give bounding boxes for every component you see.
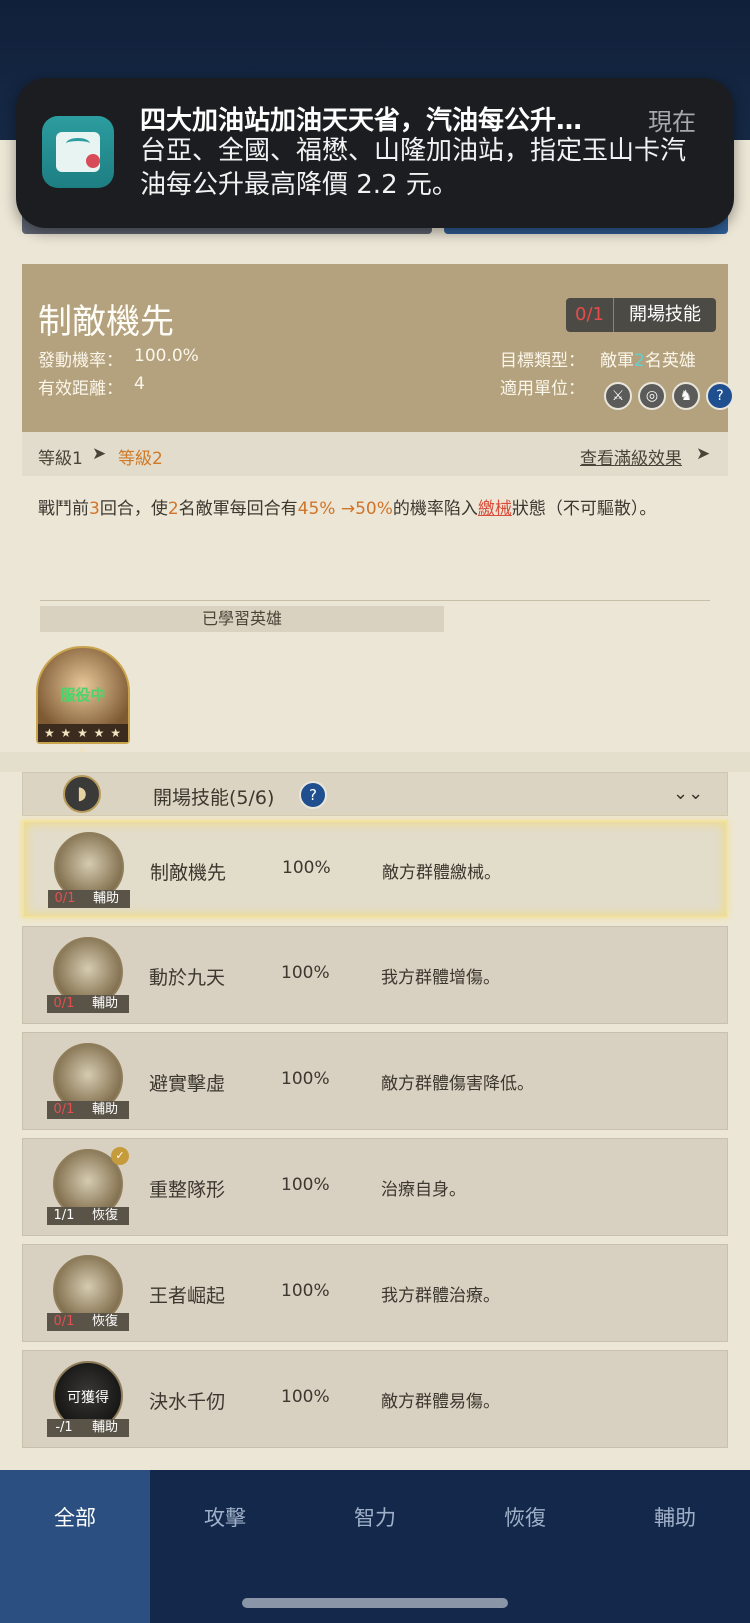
target-icon[interactable]: ◎ [638,382,666,410]
skill-row[interactable]: 0/1 輔助 制敵機先 100% 敵方群體繳械。 [22,820,728,918]
skill-percent: 100% [281,1069,330,1089]
hero-stars: ★ ★ ★ ★ ★ ★ [38,724,128,758]
hero-avatar[interactable]: 服役中 ★ ★ ★ ★ ★ ★ [36,646,130,758]
push-notification[interactable]: 四大加油站加油天天省，汽油每公升… 現在 台亞、全國、福懋、山隆加油站，指定玉山… [16,78,734,228]
skill-name: 重整隊形 [149,1179,226,1201]
chevron-down-icon[interactable]: ⌄⌄ [673,783,703,804]
home-indicator[interactable] [242,1598,508,1608]
skill-type-tag: 0/1 開場技能 [566,298,716,332]
skill-badge: 0/1 輔助 [48,890,130,908]
trigger-label: 發動機率： [38,351,123,371]
skill-name: 王者崛起 [149,1285,226,1307]
wallet-card-icon [42,116,114,188]
level-current: 等級1 [38,449,83,469]
skill-percent: 100% [281,963,330,983]
level-arrow-icon: ➤ [92,444,107,464]
skill-effect: 敵方群體傷害降低。 [381,1074,534,1094]
section-title: 開場技能(5/6) [153,787,275,809]
sword-icon[interactable]: ⚔ [604,382,632,410]
skill-percent: 100% [282,858,331,878]
skill-badge: 0/1 恢復 [47,1313,129,1331]
level-next: 等級2 [118,449,163,469]
target-value: 敵軍2名英雄 [600,351,696,371]
trigger-value: 100.0% [134,346,199,366]
skill-row[interactable]: 0/1 輔助 動於九天 100% 我方群體增傷。 [22,926,728,1024]
notification-title: 四大加油站加油天天省，汽油每公升… [140,106,583,136]
skill-count: 0/1 [566,298,614,332]
skill-percent: 100% [281,1281,330,1301]
horn-icon: ◗ [63,775,101,813]
skill-effect: 敵方群體易傷。 [381,1392,500,1412]
range-label: 有效距離： [38,379,123,399]
skill-type: 開場技能 [629,304,701,325]
skill-row[interactable]: 可獲得 -/1 輔助 決水千仞 100% 敵方群體易傷。 [22,1350,728,1448]
skill-row[interactable]: 0/1 恢復 王者崛起 100% 我方群體治療。 [22,1244,728,1342]
skill-badge: -/1 輔助 [47,1419,129,1437]
target-label: 目標類型： [500,351,585,371]
skill-effect: 敵方群體繳械。 [382,863,501,883]
skill-name: 決水千仞 [149,1391,226,1413]
skill-percent: 100% [281,1387,330,1407]
unit-icons: ⚔ ◎ ♞ ? [604,382,734,410]
skill-badge: 0/1 輔助 [47,995,129,1013]
skill-name: 避實擊虛 [149,1073,226,1095]
skill-name: 動於九天 [149,967,226,989]
range-value: 4 [134,374,145,394]
skill-percent: 100% [281,1175,330,1195]
skill-detail-card: 制敵機先 0/1 開場技能 發動機率： 100.0% 有效距離： 4 目標類型：… [22,264,734,432]
divider [40,600,710,601]
skill-effect: 我方群體治療。 [381,1286,500,1306]
learned-heroes-heading: 已學習英雄 [40,606,444,632]
tab-all[interactable]: 全部 [0,1470,150,1623]
obtainable-label: 可獲得 [67,1390,109,1406]
help-icon[interactable]: ? [706,382,734,410]
hero-status: 服役中 [60,686,106,704]
view-full-arrow-icon: ➤ [696,444,711,464]
tab-support[interactable]: 輔助 [600,1470,750,1623]
notification-time: 現在 [648,108,696,136]
skill-title: 制敵機先 [38,302,174,342]
skill-description: 戰鬥前3回合，使2名敵軍每回合有45% →50%的機率陷入繳械狀態（不可驅散）。 [38,499,657,519]
checkmark-icon: ✓ [111,1147,129,1165]
level-bar: 等級1 ➤ 等級2 查看滿級效果 ➤ [22,432,728,476]
opening-skills-header[interactable]: ◗ 開場技能(5/6) ? ⌄⌄ [22,772,728,816]
horse-icon[interactable]: ♞ [672,382,700,410]
skill-name: 制敵機先 [150,862,227,884]
view-full-effect-link[interactable]: 查看滿級效果 [580,444,682,469]
unit-label: 適用單位： [500,379,585,399]
help-icon[interactable]: ? [299,781,327,809]
skill-effect: 治療自身。 [381,1180,466,1200]
skill-badge: 1/1 恢復 [47,1207,129,1225]
skill-row[interactable]: ✓ 1/1 恢復 重整隊形 100% 治療自身。 [22,1138,728,1236]
notification-body: 台亞、全國、福懋、山隆加油站，指定玉山卡汽油每公升最高降價 2.2 元。 [140,136,687,200]
skill-badge: 0/1 輔助 [47,1101,129,1119]
skill-row[interactable]: 0/1 輔助 避實擊虛 100% 敵方群體傷害降低。 [22,1032,728,1130]
section-gap [0,752,750,772]
skill-effect: 我方群體增傷。 [381,968,500,988]
